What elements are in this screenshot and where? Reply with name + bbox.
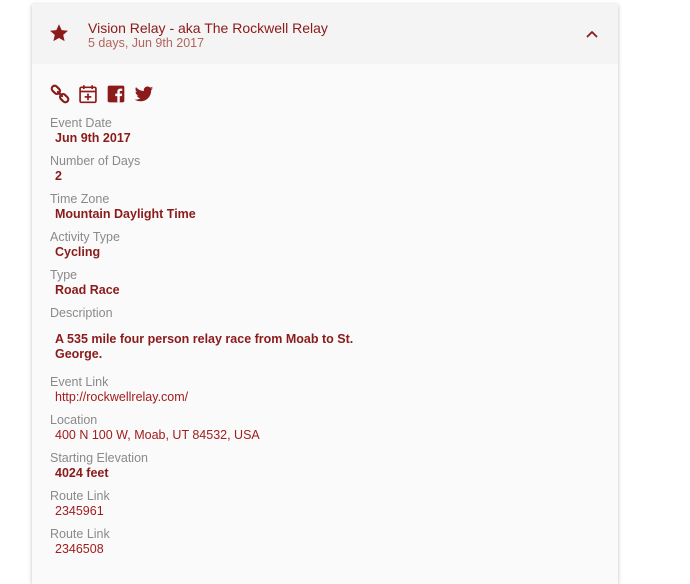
event-link[interactable]: http://rockwellrelay.com/ bbox=[55, 390, 188, 405]
field-route-link-2: Route Link 2346508 bbox=[50, 527, 110, 557]
field-description: Description A 535 mile four person relay… bbox=[50, 306, 355, 362]
link-icon[interactable] bbox=[50, 84, 70, 104]
star-icon[interactable] bbox=[48, 22, 70, 44]
calendar-add-icon[interactable] bbox=[78, 84, 98, 104]
route-link[interactable]: 2345961 bbox=[55, 504, 110, 519]
time-zone-value: Mountain Daylight Time bbox=[55, 207, 196, 221]
event-date-label: Event Date bbox=[50, 116, 112, 130]
field-starting-elevation: Starting Elevation 4024 feet bbox=[50, 451, 148, 481]
field-activity-type: Activity Type Cycling bbox=[50, 230, 120, 260]
chevron-up-icon[interactable] bbox=[584, 26, 600, 42]
description-value: A 535 mile four person relay race from M… bbox=[55, 332, 354, 361]
field-route-link-1: Route Link 2345961 bbox=[50, 489, 110, 519]
field-time-zone: Time Zone Mountain Daylight Time bbox=[50, 192, 196, 222]
location-label: Location bbox=[50, 413, 98, 427]
route-link-label: Route Link bbox=[50, 489, 110, 503]
type-label: Type bbox=[50, 268, 78, 282]
event-date-value: Jun 9th 2017 bbox=[55, 131, 131, 145]
field-location: Location 400 N 100 W, Moab, UT 84532, US… bbox=[50, 413, 260, 443]
event-card-header[interactable]: Vision Relay - aka The Rockwell Relay 5 … bbox=[32, 4, 618, 64]
field-type: Type Road Race bbox=[50, 268, 120, 298]
number-of-days-value: 2 bbox=[55, 169, 62, 183]
location-link[interactable]: 400 N 100 W, Moab, UT 84532, USA bbox=[55, 428, 260, 443]
activity-type-value: Cycling bbox=[55, 245, 101, 259]
event-card: Vision Relay - aka The Rockwell Relay 5 … bbox=[32, 4, 618, 584]
starting-elevation-value: 4024 feet bbox=[55, 466, 109, 480]
event-link-label: Event Link bbox=[50, 375, 109, 389]
route-link-label: Route Link bbox=[50, 527, 110, 541]
event-title: Vision Relay - aka The Rockwell Relay bbox=[88, 20, 328, 36]
route-link[interactable]: 2346508 bbox=[55, 542, 110, 557]
type-value: Road Race bbox=[55, 283, 120, 297]
description-label: Description bbox=[50, 306, 113, 320]
number-of-days-label: Number of Days bbox=[50, 154, 141, 168]
time-zone-label: Time Zone bbox=[50, 192, 110, 206]
facebook-icon[interactable] bbox=[106, 84, 126, 104]
starting-elevation-label: Starting Elevation bbox=[50, 451, 148, 465]
field-event-link: Event Link http://rockwellrelay.com/ bbox=[50, 375, 188, 405]
share-actions bbox=[50, 82, 154, 106]
field-number-of-days: Number of Days 2 bbox=[50, 154, 140, 184]
twitter-icon[interactable] bbox=[134, 84, 154, 104]
field-event-date: Event Date Jun 9th 2017 bbox=[50, 116, 131, 146]
event-subtitle: 5 days, Jun 9th 2017 bbox=[88, 36, 205, 50]
activity-type-label: Activity Type bbox=[50, 230, 120, 244]
